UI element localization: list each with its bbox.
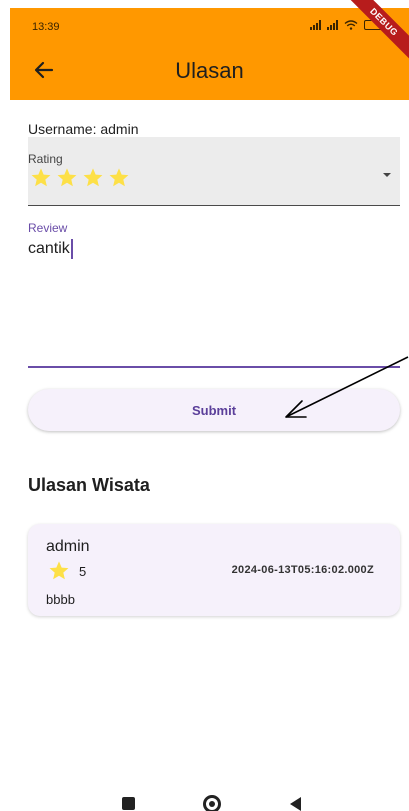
review-username: admin <box>46 538 90 555</box>
review-label: Review <box>28 221 68 235</box>
recents-button[interactable] <box>122 797 135 810</box>
rating-dropdown[interactable]: Rating <box>28 137 400 206</box>
status-time: 13:39 <box>32 21 60 33</box>
review-text-content: bbbb <box>46 592 75 607</box>
review-date: 2024-06-13T05:16:02.000Z <box>231 564 374 576</box>
text-cursor <box>70 239 73 259</box>
review-value: cantik <box>28 239 73 259</box>
system-back-button[interactable] <box>290 797 301 811</box>
star-icon <box>49 561 69 580</box>
dropdown-caret-icon <box>383 173 391 177</box>
signal-icon-2 <box>327 20 338 30</box>
star-icon[interactable] <box>56 167 78 189</box>
review-input[interactable]: Review cantik <box>28 216 400 368</box>
home-button[interactable] <box>203 795 221 811</box>
signal-icon <box>310 20 321 30</box>
star-icon[interactable] <box>82 167 104 189</box>
review-text: cantik <box>28 240 70 257</box>
annotation-arrow-icon <box>285 356 409 418</box>
section-title: Ulasan Wisata <box>28 475 150 495</box>
review-card: admin 5 2024-06-13T05:16:02.000Z bbbb <box>28 524 400 616</box>
screen: 13:39 DEBUG Ulasan Username: admin Ratin… <box>0 0 409 811</box>
rating-label: Rating <box>28 152 63 166</box>
app-bar: 13:39 DEBUG Ulasan <box>10 0 409 100</box>
review-rating: 5 <box>79 564 87 579</box>
status-bar: 13:39 <box>10 8 409 44</box>
rating-stars <box>30 167 130 189</box>
star-icon[interactable] <box>108 167 130 189</box>
page-title: Ulasan <box>175 58 244 83</box>
wifi-icon <box>344 20 358 30</box>
system-nav-bar <box>0 780 409 811</box>
username-text: Username: admin <box>28 121 139 137</box>
star-icon[interactable] <box>30 167 52 189</box>
